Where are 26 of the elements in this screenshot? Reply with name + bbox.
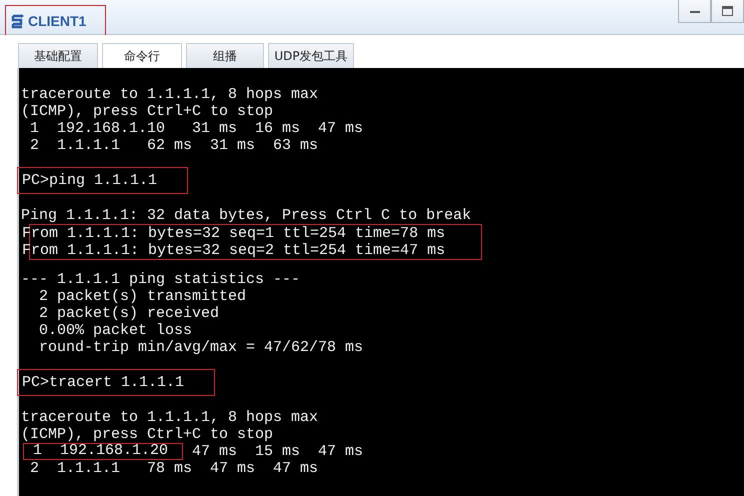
tab[interactable]: 基础配置 (18, 43, 98, 68)
maximize-icon (722, 6, 733, 16)
terminal-line: 2 packet(s) transmitted (38, 288, 246, 305)
terminal-line: 2 1.1.1.1 78 ms 47 ms 47 ms (29, 460, 318, 477)
terminal-line: 2 packet(s) received (38, 305, 220, 322)
terminal-line: PC>ping 1.1.1.1 (22, 172, 158, 189)
tab[interactable]: 组播 (186, 43, 264, 68)
terminal-line: PC>tracert 1.1.1.1 (22, 374, 184, 391)
terminal-line: traceroute to 1.1.1.1, 8 hops max (21, 86, 318, 103)
terminal-line: 47 ms 15 ms 47 ms (191, 443, 364, 460)
terminal-line: --- 1.1.1.1 ping statistics --- (21, 271, 300, 288)
tab[interactable]: 命令行 (102, 43, 182, 68)
terminal-line: 1 192.168.1.10 31 ms 16 ms 47 ms (29, 120, 364, 137)
window-title: CLIENT1 (28, 12, 86, 28)
terminal-line: (ICMP), press Ctrl+C to stop (21, 103, 274, 120)
terminal-line: (ICMP), press Ctrl+C to stop (21, 426, 274, 443)
terminal-line: round-trip min/avg/max = 47/62/78 ms (38, 339, 364, 356)
terminal-line: Ping 1.1.1.1: 32 data bytes, Press Ctrl C to break (21, 207, 472, 224)
minimize-icon (690, 10, 700, 12)
tab[interactable]: UDP发包工具 (268, 43, 354, 68)
network-icon (11, 12, 25, 28)
minimize-button[interactable] (678, 0, 711, 23)
maximize-button[interactable] (711, 0, 744, 23)
terminal-line: 2 1.1.1.1 62 ms 31 ms 63 ms (29, 137, 318, 154)
terminal-line: 0.00% packet loss (38, 322, 192, 339)
terminal-line: traceroute to 1.1.1.1, 8 hops max (21, 409, 318, 426)
